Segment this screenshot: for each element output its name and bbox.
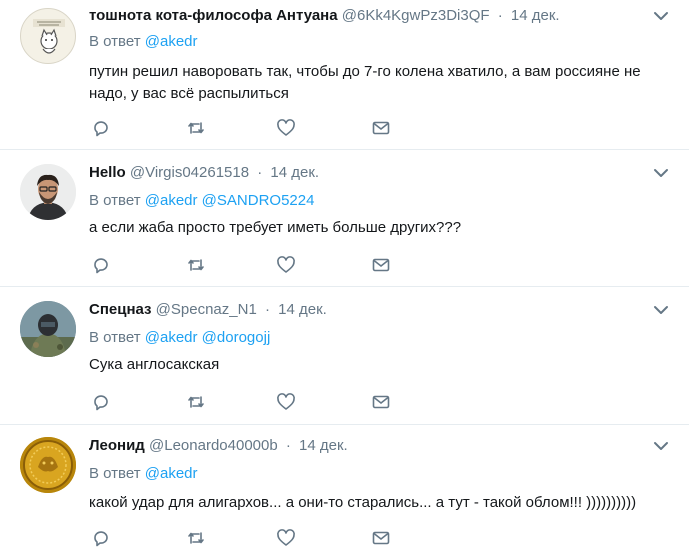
mention-link[interactable]: @dorogojj	[202, 329, 271, 346]
reply-icon[interactable]	[91, 528, 113, 550]
dm-icon[interactable]	[371, 392, 393, 414]
avatar[interactable]	[20, 8, 76, 64]
mention-link[interactable]: @akedr	[145, 465, 198, 482]
soldier-avatar-photo	[20, 301, 76, 357]
dm-icon[interactable]	[371, 255, 393, 277]
tweet-1[interactable]: тошнота кота-философа Антуана @6Kk4KgwPz…	[0, 0, 689, 150]
separator-dot: ·	[257, 164, 263, 181]
tweet-actions	[89, 255, 399, 277]
retweet-icon[interactable]	[186, 255, 208, 277]
tweet-date[interactable]: 14 дек.	[511, 7, 560, 24]
tweet-text: путин решил наворовать так, чтобы до 7-г…	[89, 63, 641, 102]
retweet-icon[interactable]	[186, 392, 208, 414]
tweet-date[interactable]: 14 дек.	[278, 301, 327, 318]
cat-avatar-illustration	[33, 19, 65, 54]
chevron-down-icon[interactable]	[651, 300, 671, 320]
dm-icon[interactable]	[371, 528, 393, 550]
reply-context: В ответ @akedr @dorogojj	[89, 328, 270, 348]
tweet-header: Леонид @Leonardo40000b · 14 дек.	[89, 436, 348, 456]
reply-icon[interactable]	[91, 255, 113, 277]
gold-coin-avatar	[20, 437, 76, 493]
reply-prefix: В ответ	[89, 329, 141, 346]
display-name[interactable]: Hello	[89, 164, 126, 181]
user-handle[interactable]: @Leonardo40000b	[149, 437, 278, 454]
reply-icon[interactable]	[91, 118, 113, 140]
reply-prefix: В ответ	[89, 33, 141, 50]
man-portrait-avatar	[20, 164, 76, 220]
like-icon[interactable]	[276, 255, 298, 277]
reply-prefix: В ответ	[89, 465, 141, 482]
reply-icon[interactable]	[91, 392, 113, 414]
reply-context: В ответ @akedr @SANDRO5224	[89, 191, 314, 211]
chevron-down-icon[interactable]	[651, 6, 671, 26]
tweet-2[interactable]: Hello @Virgis04261518 · 14 дек. В ответ …	[0, 150, 689, 287]
like-icon[interactable]	[276, 528, 298, 550]
reply-context: В ответ @akedr	[89, 464, 198, 484]
mention-link[interactable]: @akedr	[145, 33, 198, 50]
retweet-icon[interactable]	[186, 118, 208, 140]
tweet-actions	[89, 392, 399, 414]
reply-prefix: В ответ	[89, 192, 141, 209]
tweet-actions	[89, 118, 399, 140]
mention-link[interactable]: @akedr	[145, 192, 198, 209]
retweet-icon[interactable]	[186, 528, 208, 550]
tweet-header: тошнота кота-философа Антуана @6Kk4KgwPz…	[89, 6, 560, 26]
tweet-3[interactable]: Спецназ @Specnaz_N1 · 14 дек. В ответ @a…	[0, 287, 689, 425]
display-name[interactable]: тошнота кота-философа Антуана	[89, 7, 338, 24]
tweet-date[interactable]: 14 дек.	[299, 437, 348, 454]
tweet-4[interactable]: Леонид @Leonardo40000b · 14 дек. В ответ…	[0, 425, 689, 556]
user-handle[interactable]: @Virgis04261518	[130, 164, 249, 181]
separator-dot: ·	[497, 7, 503, 24]
tweet-header: Hello @Virgis04261518 · 14 дек.	[89, 163, 319, 183]
tweet-date[interactable]: 14 дек.	[270, 164, 319, 181]
avatar[interactable]	[20, 164, 76, 220]
chevron-down-icon[interactable]	[651, 436, 671, 456]
avatar[interactable]	[20, 301, 76, 357]
tweet-text: какой удар для алигархов... а они-то ста…	[89, 494, 637, 511]
like-icon[interactable]	[276, 392, 298, 414]
display-name[interactable]: Спецназ	[89, 301, 152, 318]
separator-dot: ·	[264, 301, 270, 318]
tweet-actions	[89, 528, 399, 550]
tweet-header: Спецназ @Specnaz_N1 · 14 дек.	[89, 300, 327, 320]
dm-icon[interactable]	[371, 118, 393, 140]
user-handle[interactable]: @Specnaz_N1	[156, 301, 257, 318]
display-name[interactable]: Леонид	[89, 437, 145, 454]
mention-link[interactable]: @akedr	[145, 329, 198, 346]
mention-link[interactable]: @SANDRO5224	[202, 192, 315, 209]
avatar[interactable]	[20, 437, 76, 493]
reply-context: В ответ @akedr	[89, 32, 198, 52]
separator-dot: ·	[285, 437, 291, 454]
user-handle[interactable]: @6Kk4KgwPz3Di3QF	[342, 7, 490, 24]
chevron-down-icon[interactable]	[651, 163, 671, 183]
like-icon[interactable]	[276, 118, 298, 140]
tweet-text: а если жаба просто требует иметь больше …	[89, 219, 462, 236]
tweet-text: Сука англосакская	[89, 356, 220, 373]
